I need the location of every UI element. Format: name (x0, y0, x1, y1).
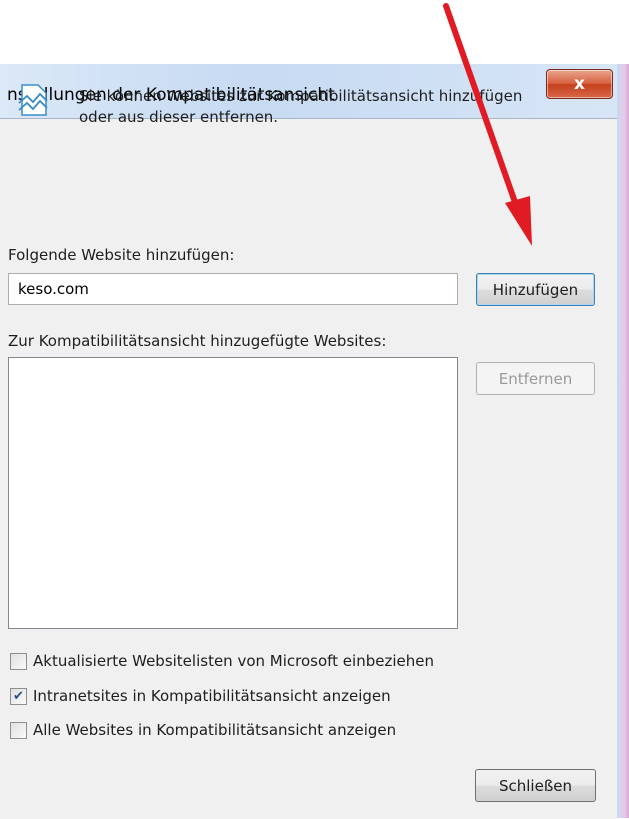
added-sites-list[interactable] (8, 357, 458, 629)
checkmark-icon: ✔ (13, 688, 24, 704)
info-line-1: Sie können Websites zur Kompatibilitätsa… (79, 87, 523, 105)
add-site-label: Folgende Website hinzufügen: (8, 246, 235, 264)
option-label: Alle Websites in Kompatibilitätsansicht … (33, 721, 397, 739)
checkbox-intranet-sites[interactable]: ✔ (10, 687, 27, 705)
option-intranet-sites[interactable]: ✔ Intranetsites in Kompatibilitätsansich… (10, 687, 391, 705)
added-sites-label: Zur Kompatibilitätsansicht hinzugefügte … (8, 332, 387, 350)
checkbox-include-microsoft-lists[interactable] (10, 652, 27, 670)
option-all-websites[interactable]: Alle Websites in Kompatibilitätsansicht … (10, 721, 396, 739)
website-input[interactable] (8, 273, 458, 305)
option-label: Aktualisierte Websitelisten von Microsof… (33, 652, 434, 670)
compatibility-view-icon (18, 84, 48, 116)
close-button[interactable]: Schließen (475, 769, 596, 802)
window-close-button[interactable]: x (546, 69, 613, 99)
close-icon: x (574, 74, 585, 94)
info-line-2: oder aus dieser entfernen. (79, 108, 279, 126)
info-text: Sie können Websites zur Kompatibilitätsa… (79, 86, 522, 128)
checkbox-all-websites[interactable] (10, 721, 27, 739)
remove-button[interactable]: Entfernen (476, 362, 595, 395)
option-label: Intranetsites in Kompatibilitätsansicht … (33, 687, 391, 705)
add-button[interactable]: Hinzufügen (476, 273, 595, 306)
option-include-microsoft-lists[interactable]: Aktualisierte Websitelisten von Microsof… (10, 652, 434, 670)
window-frame-edge (617, 64, 629, 818)
